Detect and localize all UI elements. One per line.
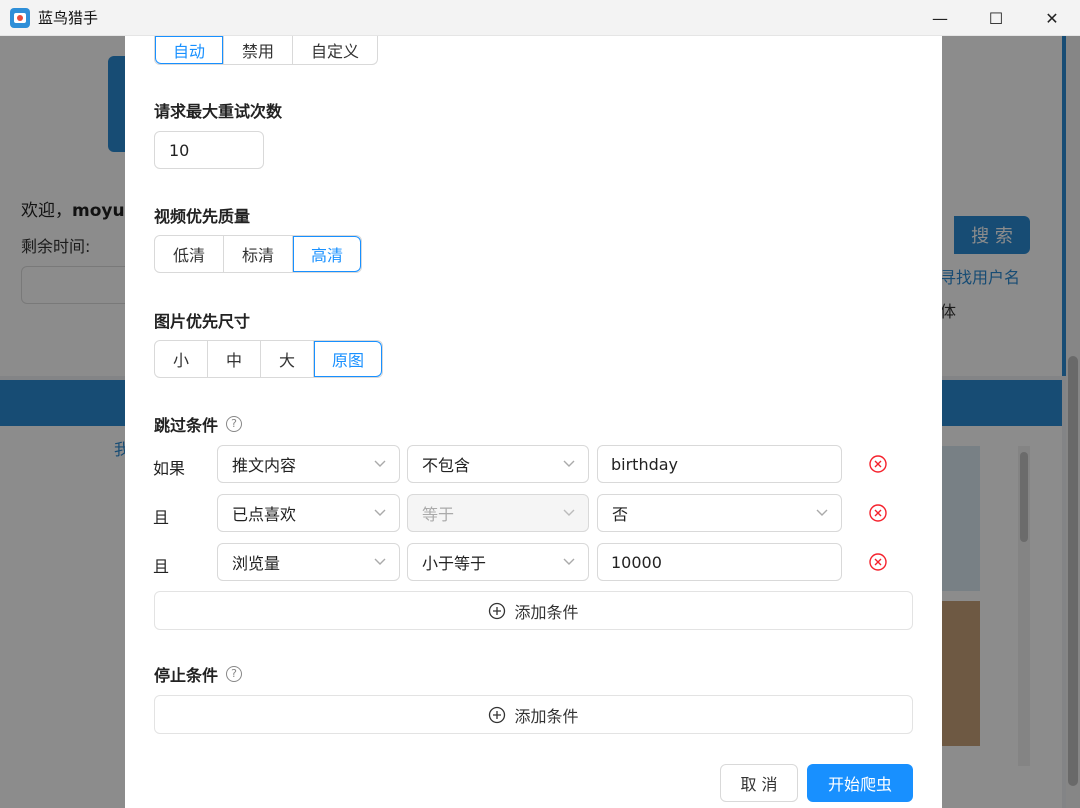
help-icon[interactable]: ? [226,666,243,682]
condition-value-input[interactable]: 10000 [597,543,842,581]
chevron-down-icon [816,509,828,516]
remove-condition-icon[interactable] [868,552,888,572]
chevron-down-icon [563,509,575,516]
window-controls: — ☐ ✕ [912,0,1080,36]
crawler-settings-modal: 自动 禁用 自定义 请求最大重试次数 10 视频优先质量 低清 标清 高清 图片… [125,36,942,808]
condition-field-select[interactable]: 浏览量 [217,543,400,581]
chevron-down-icon [374,558,386,565]
window-titlebar: 蓝鸟猎手 — ☐ ✕ [0,0,1080,36]
add-condition-label: 添加条件 [514,706,579,726]
add-stop-condition-button[interactable]: 添加条件 [154,695,913,734]
condition-field-select[interactable]: 已点喜欢 [217,494,400,532]
condition-value-input[interactable]: birthday [597,445,842,483]
condition-operator-value: 不包含 [422,456,471,475]
plus-circle-icon [489,706,506,723]
segment-option[interactable]: 自定义 [293,36,377,64]
condition-operator-value: 小于等于 [422,554,487,573]
condition-operator-select[interactable]: 不包含 [407,445,589,483]
condition-field-value: 已点喜欢 [232,505,297,524]
cancel-button[interactable]: 取 消 [720,764,798,802]
segment-option[interactable]: 低清 [155,236,225,272]
stop-conditions-title: 停止条件 [154,666,219,685]
window-title: 蓝鸟猎手 [38,9,99,27]
chevron-down-icon [374,460,386,467]
video-quality-label: 视频优先质量 [154,207,251,226]
condition-value-select[interactable]: 否 [597,494,842,532]
segment-option[interactable]: 大 [261,341,315,377]
segment-option[interactable]: 小 [155,341,209,377]
remove-condition-icon[interactable] [868,503,888,523]
minimize-button[interactable]: — [912,0,968,36]
close-window-button[interactable]: ✕ [1024,0,1080,36]
segment-option[interactable]: 禁用 [224,36,294,64]
image-size-segmented: 小 中 大 原图 [154,340,384,378]
condition-field-value: 浏览量 [232,554,281,573]
plus-circle-icon [489,602,506,619]
app-logo-icon [10,7,30,28]
skip-conditions-label: 跳过条件 ? [154,412,243,436]
max-retries-input[interactable]: 10 [154,131,264,169]
condition-prefix: 且 [153,508,170,527]
condition-prefix: 如果 [153,459,186,478]
condition-prefix: 且 [153,557,170,576]
help-icon[interactable]: ? [226,416,243,432]
maximize-button[interactable]: ☐ [968,0,1024,36]
segment-option[interactable]: 自动 [155,36,225,64]
condition-operator-value: 等于 [422,505,455,524]
proxy-mode-segmented: 自动 禁用 自定义 [154,36,379,65]
video-quality-segmented: 低清 标清 高清 [154,235,363,273]
start-crawler-button[interactable]: 开始爬虫 [807,764,913,802]
image-size-label: 图片优先尺寸 [154,312,251,331]
skip-conditions-title: 跳过条件 [154,416,219,435]
segment-option[interactable]: 高清 [293,236,361,272]
add-condition-label: 添加条件 [514,602,579,622]
add-skip-condition-button[interactable]: 添加条件 [154,591,913,630]
condition-field-select[interactable]: 推文内容 [217,445,400,483]
segment-option[interactable]: 中 [208,341,262,377]
stop-conditions-label: 停止条件 ? [154,662,243,686]
condition-field-value: 推文内容 [232,456,297,475]
remove-condition-icon[interactable] [868,454,888,474]
condition-operator-select[interactable]: 小于等于 [407,543,589,581]
segment-option[interactable]: 原图 [314,341,382,377]
condition-value-text: 否 [612,505,629,524]
chevron-down-icon [374,509,386,516]
chevron-down-icon [563,558,575,565]
max-retries-label: 请求最大重试次数 [154,102,283,121]
chevron-down-icon [563,460,575,467]
segment-option[interactable]: 标清 [224,236,294,272]
condition-operator-select: 等于 [407,494,589,532]
